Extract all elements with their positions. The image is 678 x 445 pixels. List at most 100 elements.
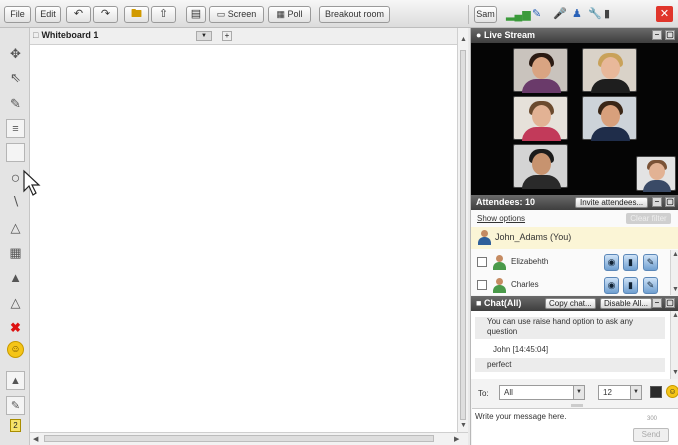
scroll-down-icon[interactable]: ▼	[460, 422, 467, 429]
scroll-down-icon[interactable]: ▼	[672, 369, 678, 376]
current-user-row: John_Adams (You)	[471, 227, 678, 249]
wrench-icon[interactable]: 🔧	[588, 7, 602, 20]
chat-scrollbar[interactable]: ▲ ▼	[670, 311, 678, 379]
poll-label: Poll	[287, 9, 303, 19]
webcam-icon[interactable]: ◉	[604, 277, 619, 294]
pen-icon[interactable]: ✎	[532, 7, 541, 20]
monitor-icon: ▭	[216, 9, 228, 19]
attendees-title: Attendees: 10	[476, 197, 536, 207]
redo-icon[interactable]: ↷	[93, 6, 118, 23]
microphone-icon[interactable]: ▮	[623, 277, 638, 294]
scroll-up-icon[interactable]: ▲	[672, 312, 678, 319]
close-icon[interactable]: ✕	[656, 6, 673, 22]
screen-share-label: Screen	[227, 9, 257, 19]
eraser-icon[interactable]: ▲	[6, 268, 25, 287]
webcam-icon[interactable]: ◉	[604, 254, 619, 271]
add-tab-icon[interactable]: +	[222, 31, 232, 41]
pencil-icon[interactable]: ✎	[6, 94, 25, 113]
send-button[interactable]: Send	[633, 428, 669, 442]
battery-icon: ▮	[604, 8, 611, 20]
current-user-name: John_Adams (You)	[495, 232, 572, 242]
tool-size-value[interactable]: 2	[10, 419, 21, 432]
resize-handle[interactable]	[571, 404, 583, 407]
video-tile[interactable]	[513, 144, 568, 189]
pointer-icon[interactable]: ✥	[6, 44, 25, 63]
microphone-icon[interactable]: ▮	[623, 254, 638, 271]
attendee-checkbox[interactable]	[477, 257, 487, 267]
text-icon[interactable]: ≡	[6, 119, 25, 138]
scroll-up-icon[interactable]: ▲	[672, 251, 678, 258]
attendee-checkbox[interactable]	[477, 280, 487, 290]
presenter-avatar-icon	[478, 230, 491, 245]
mouse-cursor-icon	[23, 169, 41, 196]
rectangle-icon[interactable]	[6, 143, 25, 162]
eraser-all-icon[interactable]: △	[6, 293, 25, 312]
recipient-select[interactable]: All ▼	[499, 385, 585, 400]
video-tile[interactable]	[582, 96, 637, 141]
video-tile[interactable]	[513, 96, 568, 141]
maximize-icon[interactable]: ▢	[665, 30, 675, 40]
chat-title: Chat(All)	[483, 298, 522, 308]
smiley-icon[interactable]: ☺	[6, 340, 25, 359]
message-placeholder: Write your message here.	[475, 412, 567, 421]
breakout-room-button[interactable]: Breakout room	[319, 6, 390, 23]
attendee-name: Charles	[511, 280, 539, 289]
chat-sender: John [14:45:04]	[475, 344, 665, 356]
user-button[interactable]: Sam	[474, 6, 497, 23]
microphone-icon[interactable]: 🎤	[553, 7, 567, 20]
clear-icon[interactable]: ✖	[6, 318, 25, 337]
invite-attendees-button[interactable]: Invite attendees...	[575, 197, 649, 208]
edit-menu-button[interactable]: Edit	[35, 6, 61, 23]
attendee-icon[interactable]: ♟	[572, 7, 582, 20]
file-menu-button[interactable]: File	[4, 6, 31, 23]
whiteboard-horizontal-scrollbar[interactable]: ◀ ▶	[30, 432, 468, 445]
scroll-up-icon[interactable]: ▲	[460, 36, 467, 43]
tab-whiteboard-1[interactable]: □ Whiteboard 1	[33, 30, 98, 40]
fill-color-icon[interactable]: ✎	[6, 396, 25, 415]
tab-menu-icon[interactable]: ▼	[196, 31, 212, 41]
arrow-icon[interactable]: ⇖	[6, 68, 25, 87]
document-icon: □	[33, 30, 39, 40]
disable-all-button[interactable]: Disable All...	[600, 298, 653, 309]
pen-icon[interactable]: ✎	[643, 254, 658, 271]
folder-icon[interactable]: 🖿	[124, 6, 149, 23]
video-tile[interactable]	[582, 48, 637, 93]
chat-header: ■ Chat(All) Copy chat... Disable All... …	[471, 296, 678, 311]
attendee-avatar-icon	[493, 255, 506, 270]
poll-button[interactable]: ▦ Poll	[268, 6, 311, 23]
to-label: To:	[478, 389, 489, 398]
show-options-link[interactable]: Show options	[477, 214, 525, 223]
scroll-down-icon[interactable]: ▼	[672, 286, 678, 293]
upload-icon[interactable]: ⇧	[151, 6, 176, 23]
video-tile[interactable]	[513, 48, 568, 93]
maximize-icon[interactable]: ▢	[665, 197, 675, 207]
pen-icon[interactable]: ✎	[643, 277, 658, 294]
attendees-list: Show options Clear filter John_Adams (Yo…	[471, 210, 678, 295]
scroll-right-icon[interactable]: ▶	[454, 435, 459, 443]
text-color-swatch[interactable]	[650, 386, 662, 398]
triangle-icon[interactable]: △	[6, 218, 25, 237]
copy-chat-button[interactable]: Copy chat...	[545, 298, 596, 309]
document-icon[interactable]: ▤	[186, 6, 206, 23]
table-icon[interactable]: ▦	[6, 243, 25, 262]
whiteboard-canvas[interactable]	[23, 45, 457, 432]
scroll-thumb[interactable]	[460, 50, 466, 420]
scroll-thumb[interactable]	[44, 435, 434, 442]
emoticon-icon[interactable]: ☺	[666, 385, 678, 398]
whiteboard-vertical-scrollbar[interactable]: ▲ ▼	[457, 28, 468, 432]
screen-share-button[interactable]: ▭ Screen	[209, 6, 264, 23]
attendee-row: Charles ◉ ▮ ✎	[471, 275, 678, 297]
minimize-icon[interactable]: –	[652, 298, 662, 308]
attendees-scrollbar[interactable]: ▲ ▼	[670, 250, 678, 295]
top-toolbar: File Edit ↶ ↷ 🖿 ⇧ ▤ ▭ Screen ▦ Poll Brea…	[0, 0, 678, 28]
maximize-icon[interactable]: ▢	[665, 298, 675, 308]
font-size-select[interactable]: 12 ▼	[598, 385, 642, 400]
self-view-tile[interactable]	[636, 156, 676, 192]
scroll-left-icon[interactable]: ◀	[33, 435, 38, 443]
minimize-icon[interactable]: –	[652, 30, 662, 40]
undo-icon[interactable]: ↶	[66, 6, 91, 23]
text-color-icon[interactable]: ▲	[6, 371, 25, 390]
clear-filter-button[interactable]: Clear filter	[626, 213, 671, 224]
character-count: 300	[647, 416, 658, 422]
minimize-icon[interactable]: –	[652, 197, 662, 207]
